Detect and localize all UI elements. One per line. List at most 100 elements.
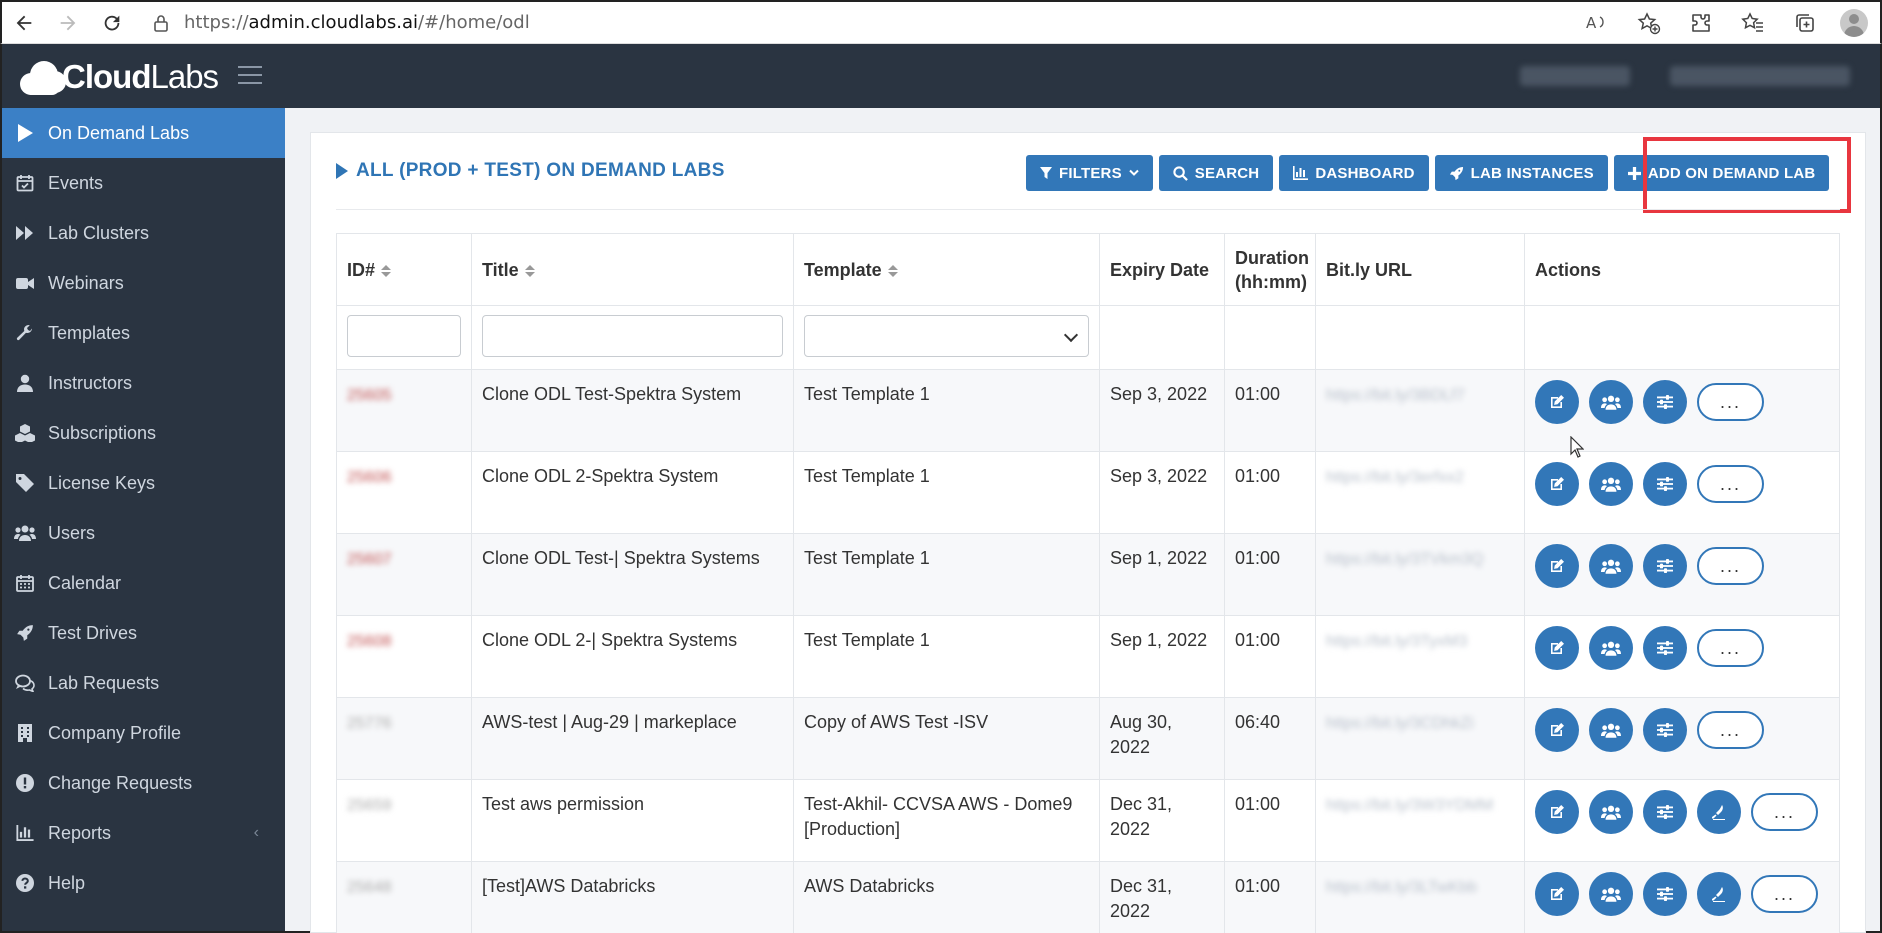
lab-expiry: Dec 31, 2022 — [1110, 876, 1173, 921]
table-row: 25605 Clone ODL Test-Spektra System Test T… — [336, 369, 1840, 452]
address-bar[interactable]: https://admin.cloudlabs.ai/#/home/odl — [146, 4, 1476, 41]
lab-bitly-url[interactable]: https://bit.ly/3erfxx2 — [1326, 465, 1464, 490]
sidebar-item-webinars[interactable]: Webinars — [2, 258, 285, 308]
sidebar-item-on-demand-labs[interactable]: On Demand Labs — [2, 108, 299, 158]
dashboard-button[interactable]: DASHBOARD — [1279, 155, 1429, 191]
edit-button[interactable] — [1535, 462, 1579, 506]
menu-toggle-icon[interactable] — [238, 66, 262, 90]
sidebar-item-events[interactable]: Events — [2, 158, 285, 208]
lab-id[interactable]: 25648 — [347, 875, 392, 900]
filters-button[interactable]: FILTERS — [1026, 155, 1153, 191]
back-button[interactable] — [2, 3, 46, 43]
lab-id[interactable]: 25659 — [347, 793, 392, 818]
cell-duration: 01:00 — [1224, 451, 1316, 534]
collections-icon[interactable] — [1788, 6, 1822, 40]
sidebar-item-company-profile[interactable]: Company Profile — [2, 708, 285, 758]
sidebar-item-label: License Keys — [48, 472, 156, 493]
extensions-icon[interactable] — [1684, 6, 1718, 40]
sidebar-item-calendar[interactable]: Calendar — [2, 558, 285, 608]
users-button[interactable] — [1589, 708, 1633, 752]
lab-duration: 01:00 — [1235, 384, 1281, 404]
lab-expiry: Dec 31, 2022 — [1110, 794, 1173, 839]
users-button[interactable] — [1589, 790, 1633, 834]
users-button[interactable] — [1589, 462, 1633, 506]
refresh-icon — [104, 15, 120, 30]
lab-bitly-url[interactable]: https://bit.ly/3TyxM3 — [1326, 629, 1467, 654]
arrow-left-icon — [16, 15, 32, 30]
edit-button[interactable] — [1535, 708, 1579, 752]
favorites-icon[interactable] — [1736, 6, 1770, 40]
settings-button[interactable] — [1643, 626, 1687, 670]
add-favorite-icon[interactable] — [1632, 6, 1666, 40]
lab-id[interactable]: 25606 — [347, 465, 392, 490]
more-actions-button[interactable]: ... — [1697, 383, 1764, 421]
template-filter-select[interactable] — [804, 315, 1089, 357]
calendar-check-icon — [14, 172, 36, 194]
users-button[interactable] — [1589, 544, 1633, 588]
settings-button[interactable] — [1643, 544, 1687, 588]
more-actions-button[interactable]: ... — [1697, 465, 1764, 503]
read-aloud-icon[interactable]: A — [1580, 6, 1614, 40]
more-actions-button[interactable]: ... — [1697, 547, 1764, 585]
sidebar-item-instructors[interactable]: Instructors — [2, 358, 285, 408]
lab-id[interactable]: 25605 — [347, 383, 392, 408]
sidebar-item-templates[interactable]: Templates — [2, 308, 285, 358]
tenant-selector[interactable] — [1520, 66, 1630, 86]
settings-button[interactable] — [1643, 708, 1687, 752]
sidebar-item-change-requests[interactable]: Change Requests — [2, 758, 285, 808]
deploy-button[interactable] — [1697, 872, 1741, 916]
url-text: https://admin.cloudlabs.ai/#/home/odl — [184, 12, 530, 33]
column-header-id[interactable]: ID# — [336, 233, 472, 306]
lab-id[interactable]: 25607 — [347, 547, 392, 572]
sidebar-item-help[interactable]: Help — [2, 858, 285, 908]
lab-bitly-url[interactable]: https://bit.ly/3CDhkZi — [1326, 711, 1474, 736]
column-header-template[interactable]: Template — [793, 233, 1100, 306]
column-header-title[interactable]: Title — [471, 233, 794, 306]
cloudlabs-logo[interactable]: CloudLabs — [16, 54, 219, 100]
divider — [336, 209, 1840, 210]
deploy-button[interactable] — [1697, 790, 1741, 834]
sort-icon — [524, 264, 535, 277]
refresh-button[interactable] — [90, 3, 134, 43]
column-header-actions: Actions — [1524, 233, 1840, 306]
more-actions-button[interactable]: ... — [1697, 711, 1764, 749]
sidebar-item-license-keys[interactable]: License Keys — [2, 458, 285, 508]
id-filter-input[interactable] — [347, 315, 461, 357]
sidebar-item-subscriptions[interactable]: Subscriptions — [2, 408, 285, 458]
lab-bitly-url[interactable]: https://bit.ly/3TVkm3Q — [1326, 547, 1483, 572]
sidebar-item-reports[interactable]: Reports ‹ — [2, 808, 285, 858]
forward-button[interactable] — [46, 3, 90, 43]
lab-id[interactable]: 25776 — [347, 711, 392, 736]
more-actions-button[interactable]: ... — [1751, 793, 1818, 831]
title-filter-input[interactable] — [482, 315, 783, 357]
lab-id[interactable]: 25608 — [347, 629, 392, 654]
users-button[interactable] — [1589, 872, 1633, 916]
lab-instances-button[interactable]: LAB INSTANCES — [1434, 155, 1608, 191]
more-actions-button[interactable]: ... — [1697, 629, 1764, 667]
search-button[interactable]: SEARCH — [1158, 155, 1274, 191]
users-button[interactable] — [1589, 380, 1633, 424]
edit-button[interactable] — [1535, 872, 1579, 916]
settings-button[interactable] — [1643, 380, 1687, 424]
lab-bitly-url[interactable]: https://bit.ly/3LTwKbb — [1326, 875, 1477, 900]
settings-button[interactable] — [1643, 872, 1687, 916]
sidebar-item-users[interactable]: Users — [2, 508, 285, 558]
sidebar-item-test-drives[interactable]: Test Drives — [2, 608, 285, 658]
edit-button[interactable] — [1535, 626, 1579, 670]
profile-avatar[interactable] — [1840, 9, 1868, 37]
cell-bitly: https://bit.ly/3BDLf7 — [1315, 369, 1525, 452]
more-actions-button[interactable]: ... — [1751, 875, 1818, 913]
settings-button[interactable] — [1643, 462, 1687, 506]
edit-button[interactable] — [1535, 790, 1579, 834]
lab-bitly-url[interactable]: https://bit.ly/3BDLf7 — [1326, 383, 1465, 408]
user-menu[interactable] — [1670, 66, 1850, 86]
edit-button[interactable] — [1535, 544, 1579, 588]
users-button[interactable] — [1589, 626, 1633, 670]
sidebar-item-label: Calendar — [48, 572, 122, 593]
row-actions: ... — [1535, 626, 1829, 670]
sidebar-item-lab-requests[interactable]: Lab Requests — [2, 658, 285, 708]
settings-button[interactable] — [1643, 790, 1687, 834]
edit-button[interactable] — [1535, 380, 1579, 424]
lab-bitly-url[interactable]: https://bit.ly/3W3YDMM — [1326, 793, 1493, 818]
sidebar-item-lab-clusters[interactable]: Lab Clusters — [2, 208, 285, 258]
